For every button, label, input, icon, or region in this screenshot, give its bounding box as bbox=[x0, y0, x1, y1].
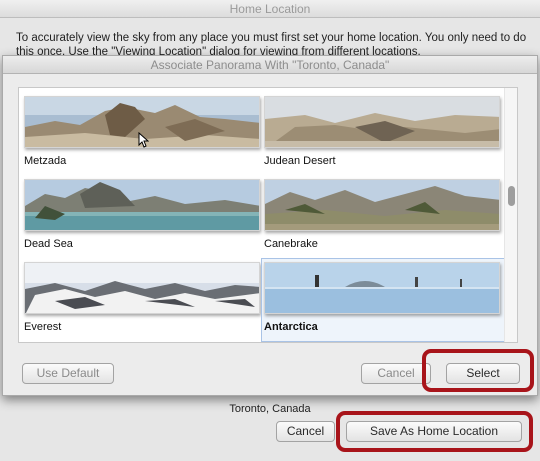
panorama-label-antarctica: Antarctica bbox=[264, 321, 318, 333]
panorama-tile-canebrake[interactable]: Canebrake bbox=[264, 179, 502, 252]
panorama-tile-everest[interactable]: Everest bbox=[24, 262, 262, 335]
home-location-intro-text: To accurately view the sky from any plac… bbox=[16, 32, 527, 55]
panorama-thumbnail-antarctica bbox=[264, 262, 500, 314]
screen: Home Location To accurately view the sky… bbox=[0, 0, 540, 461]
scrollbar-thumb[interactable] bbox=[508, 186, 515, 206]
select-button-highlight bbox=[422, 349, 534, 392]
panorama-scrollbar[interactable] bbox=[504, 88, 517, 342]
panorama-label-dead-sea: Dead Sea bbox=[24, 238, 73, 250]
dialog-title: Associate Panorama With "Toronto, Canada… bbox=[3, 56, 537, 74]
panorama-label-metzada: Metzada bbox=[24, 155, 67, 167]
panorama-label-everest: Everest bbox=[24, 321, 62, 333]
use-default-button[interactable]: Use Default bbox=[22, 363, 114, 384]
panorama-tile-judean-desert[interactable]: Judean Desert bbox=[264, 96, 502, 169]
panorama-thumbnail-everest bbox=[24, 262, 260, 314]
panorama-thumbnail-dead-sea bbox=[24, 179, 260, 231]
mouse-pointer-icon bbox=[138, 132, 149, 148]
home-location-window-title: Home Location bbox=[0, 0, 540, 18]
panorama-tile-antarctica[interactable]: Antarctica bbox=[261, 258, 505, 342]
panorama-list[interactable]: Metzada Judean Desert Dead Sea Canebrake… bbox=[18, 87, 518, 343]
save-button-highlight bbox=[336, 411, 533, 452]
dialog-cancel-button[interactable]: Cancel bbox=[361, 363, 431, 384]
panorama-thumbnail-judean-desert bbox=[264, 96, 500, 148]
panorama-label-canebrake: Canebrake bbox=[264, 238, 318, 250]
panorama-thumbnail-canebrake bbox=[264, 179, 500, 231]
associate-panorama-dialog: Associate Panorama With "Toronto, Canada… bbox=[2, 55, 538, 396]
panorama-tile-dead-sea[interactable]: Dead Sea bbox=[24, 179, 262, 252]
panorama-label-judean-desert: Judean Desert bbox=[264, 155, 336, 167]
home-cancel-button[interactable]: Cancel bbox=[276, 421, 335, 442]
